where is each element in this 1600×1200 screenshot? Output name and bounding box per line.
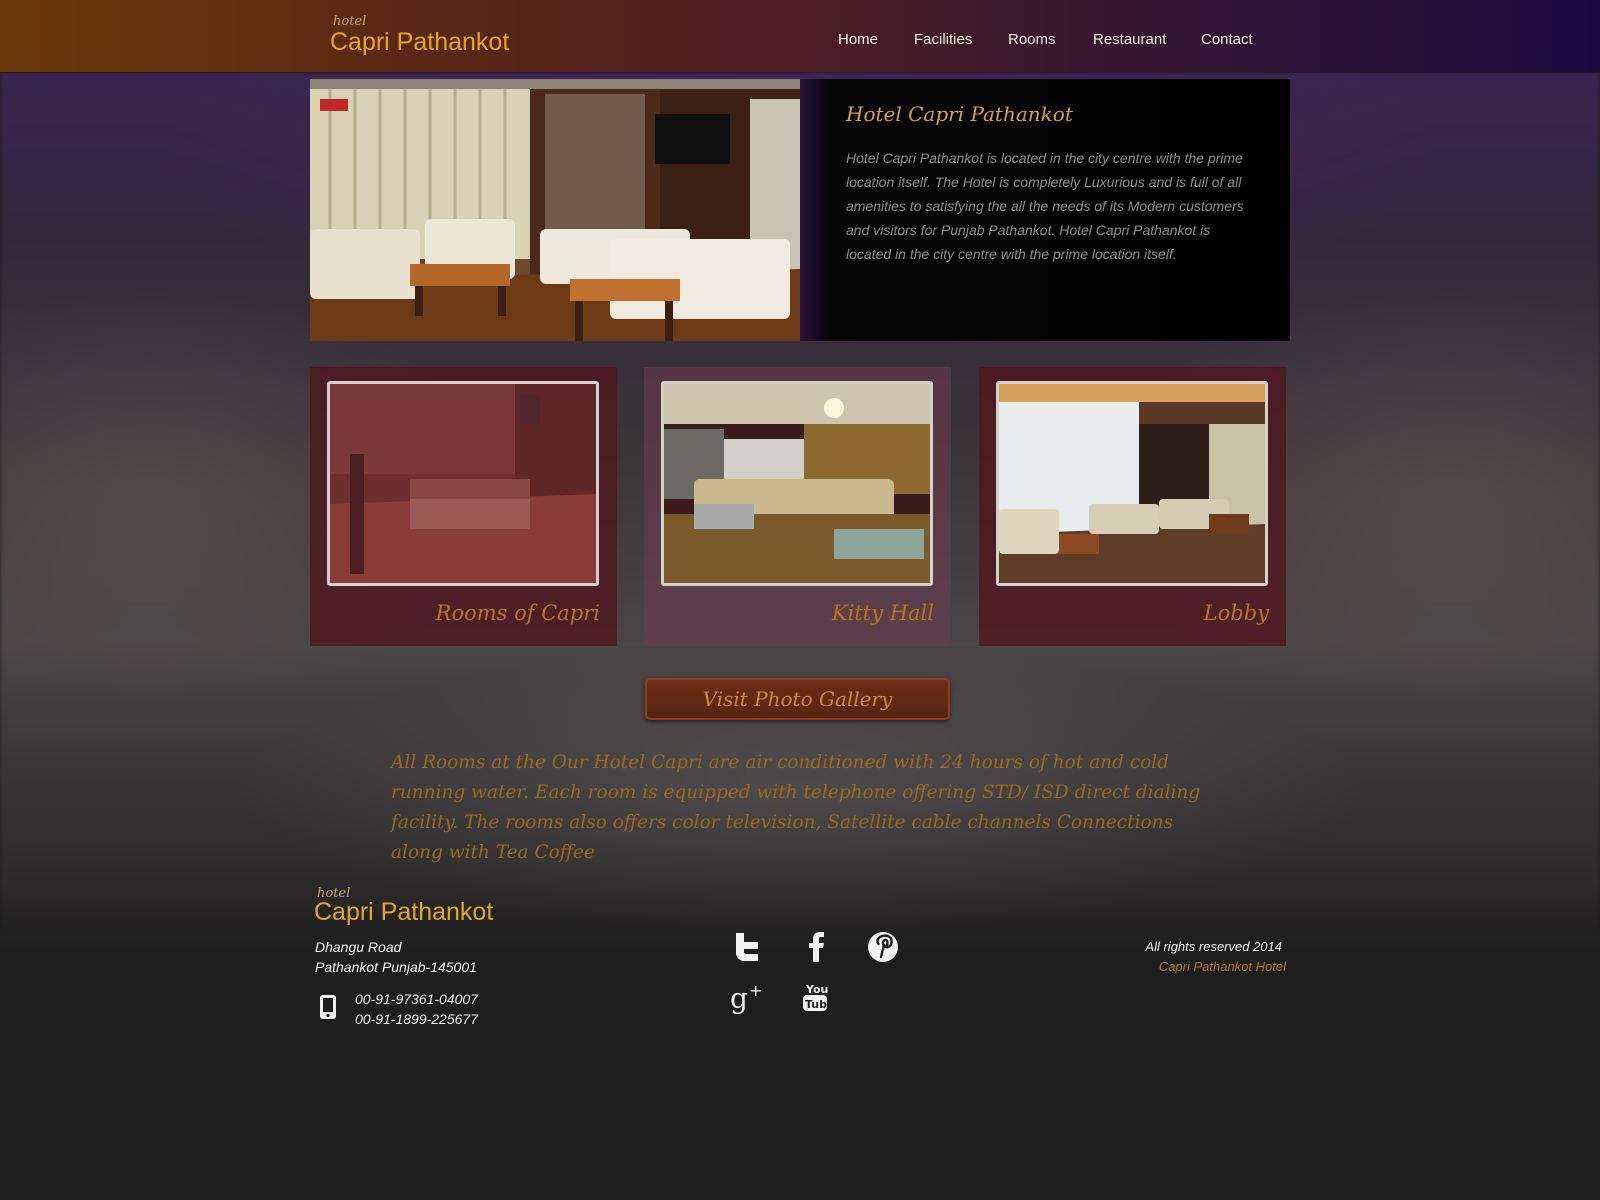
hero-title: Hotel Capri Pathankot	[846, 102, 1073, 126]
nav-facilities[interactable]: Facilities	[914, 31, 972, 48]
logo-title[interactable]: Capri Pathankot	[330, 28, 509, 57]
footer-logo-title: Capri Pathankot	[314, 898, 494, 926]
address-line-1: Dhangu Road	[315, 939, 402, 955]
card-caption-lobby[interactable]: Lobby	[1204, 601, 1269, 625]
youtube-label-bottom: Tube	[805, 998, 833, 1011]
hero-lounge-image	[310, 79, 800, 341]
youtube-icon[interactable]: You Tube	[799, 980, 834, 1014]
nav-contact[interactable]: Contact	[1201, 31, 1253, 48]
card-rooms[interactable]: Rooms of Capri	[310, 367, 617, 646]
phone-number-2: 00-91-1899-225677	[355, 1011, 478, 1027]
pinterest-icon[interactable]	[866, 930, 900, 964]
youtube-label-top: You	[805, 983, 828, 996]
google-plus-icon[interactable]: g +	[730, 980, 764, 1015]
nav-home[interactable]: Home	[838, 31, 878, 48]
hero-paragraph: Hotel Capri Pathankot is located in the …	[846, 150, 1244, 262]
address-line-2: Pathankot Punjab-145001	[315, 959, 477, 975]
logo-hotel-text: hotel	[333, 14, 367, 29]
nav-restaurant[interactable]: Restaurant	[1093, 31, 1166, 48]
nav-rooms[interactable]: Rooms	[1008, 31, 1056, 48]
header-bar: hotel Capri Pathankot Home Facilities Ro…	[0, 0, 1600, 73]
card-kitty-hall[interactable]: Kitty Hall	[644, 367, 951, 646]
phone-number-1: 00-91-97361-04007	[355, 991, 478, 1007]
footer-hotel-name: Capri Pathankot Hotel	[1158, 959, 1286, 974]
svg-text:+: +	[749, 981, 762, 1000]
card-lobby[interactable]: Lobby	[979, 367, 1286, 646]
svg-text:g: g	[730, 982, 748, 1014]
card-caption-kitty-hall[interactable]: Kitty Hall	[832, 601, 934, 625]
rooms-image[interactable]	[327, 381, 599, 586]
visit-photo-gallery-button[interactable]: Visit Photo Gallery	[645, 678, 950, 720]
card-caption-rooms[interactable]: Rooms of Capri	[436, 601, 600, 625]
phone-icon	[319, 994, 337, 1020]
lobby-image[interactable]	[996, 381, 1268, 586]
kitty-hall-image[interactable]	[661, 381, 933, 586]
twitter-icon[interactable]	[730, 930, 764, 964]
rights-text: All rights reserved 2014	[1145, 939, 1282, 954]
rooms-description: All Rooms at the Our Hotel Capri are air…	[391, 752, 1201, 863]
facebook-icon[interactable]	[799, 930, 833, 964]
